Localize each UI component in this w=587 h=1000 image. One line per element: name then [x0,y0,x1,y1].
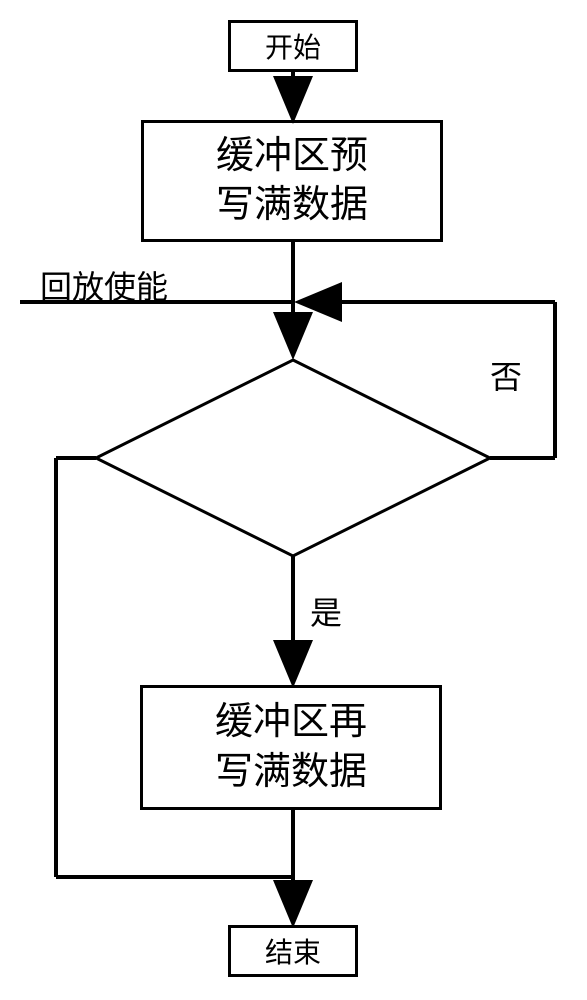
prefill-process: 缓冲区预 写满数据 [141,120,443,242]
start-label: 开始 [265,26,321,66]
prefill-label: 缓冲区预 写满数据 [216,132,368,231]
start-node: 开始 [228,20,358,72]
refill-label: 缓冲区再 写满数据 [215,698,367,797]
playback-enable-label: 回放使能 [40,262,168,308]
yes-label: 是 [310,588,342,634]
end-node: 结束 [228,925,358,977]
decision-text: 缓冲区状态为未满？ [132,438,420,484]
end-label: 结束 [265,931,321,971]
no-label: 否 [490,352,522,398]
refill-process: 缓冲区再 写满数据 [140,685,442,810]
